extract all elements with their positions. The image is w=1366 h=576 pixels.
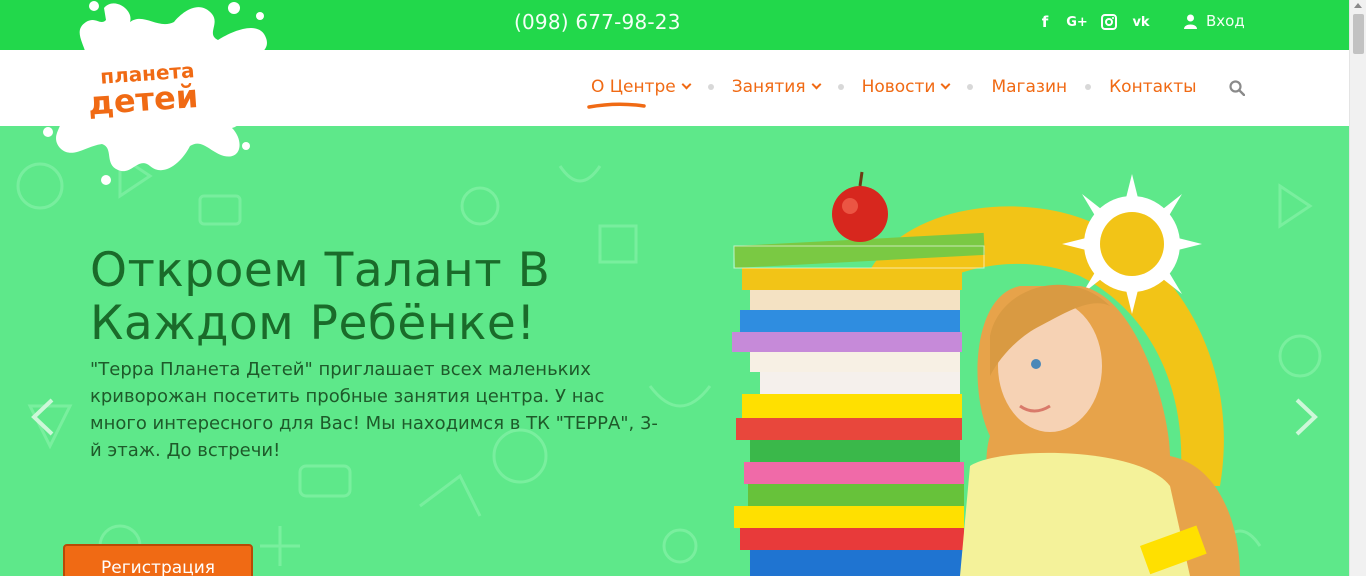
nav-item-shop[interactable]: Магазин: [991, 77, 1067, 97]
nav-item-classes[interactable]: Занятия: [731, 77, 822, 97]
prev-slide-icon[interactable]: [30, 398, 56, 436]
instagram-icon[interactable]: [1100, 12, 1118, 32]
nav-item-news[interactable]: Новости: [861, 77, 951, 97]
site-logo[interactable]: планета детей: [34, 0, 274, 186]
hero-headline: Откроем Талант В Каждом Ребёнке!: [90, 243, 551, 351]
nav-item-label: Новости: [861, 77, 936, 97]
nav-separator: [1085, 84, 1092, 90]
nav-item-label: Занятия: [731, 77, 806, 97]
facebook-icon[interactable]: f: [1036, 12, 1054, 32]
apple-icon: [832, 171, 888, 242]
scroll-up-icon[interactable]: [1354, 3, 1362, 8]
nav-item-label: Контакты: [1109, 77, 1197, 97]
nav-separator: [837, 84, 844, 90]
login-label: Вход: [1206, 12, 1245, 30]
nav-item-label: Магазин: [991, 77, 1068, 97]
nav-separator: [967, 84, 974, 90]
search-icon[interactable]: [1229, 80, 1245, 96]
vk-icon[interactable]: vk: [1132, 12, 1150, 32]
user-icon: [1184, 14, 1197, 29]
book-stack: [732, 232, 985, 576]
chevron-down-icon: [941, 79, 951, 90]
register-button[interactable]: Регистрация: [63, 544, 253, 576]
phone-number[interactable]: (098) 677-98-23: [514, 10, 681, 34]
google-plus-icon[interactable]: G+: [1066, 12, 1088, 32]
social-links: f G+ vk: [1036, 12, 1150, 32]
logo-line2: детей: [87, 77, 200, 123]
next-slide-icon[interactable]: [1293, 398, 1319, 436]
scroll-thumb[interactable]: [1353, 14, 1364, 54]
nav-separator: [707, 84, 714, 90]
nav-item-contacts[interactable]: Контакты: [1109, 77, 1197, 97]
chevron-down-icon: [681, 79, 692, 90]
nav-item-about[interactable]: О Центре: [587, 77, 692, 109]
page-scrollbar[interactable]: [1349, 0, 1366, 576]
main-nav: О Центре Занятия Новости Магазин Контакт…: [587, 77, 1197, 109]
hero-illustration: [732, 171, 1240, 576]
hero-description: "Терра Планета Детей" приглашает всех ма…: [90, 359, 658, 461]
nav-item-label: О Центре: [591, 77, 676, 97]
login-link[interactable]: Вход: [1184, 12, 1245, 30]
hero-slider: Откроем Талант В Каждом Ребёнке! "Терра …: [0, 126, 1349, 576]
chevron-down-icon: [811, 79, 822, 90]
active-underline: [587, 102, 646, 109]
